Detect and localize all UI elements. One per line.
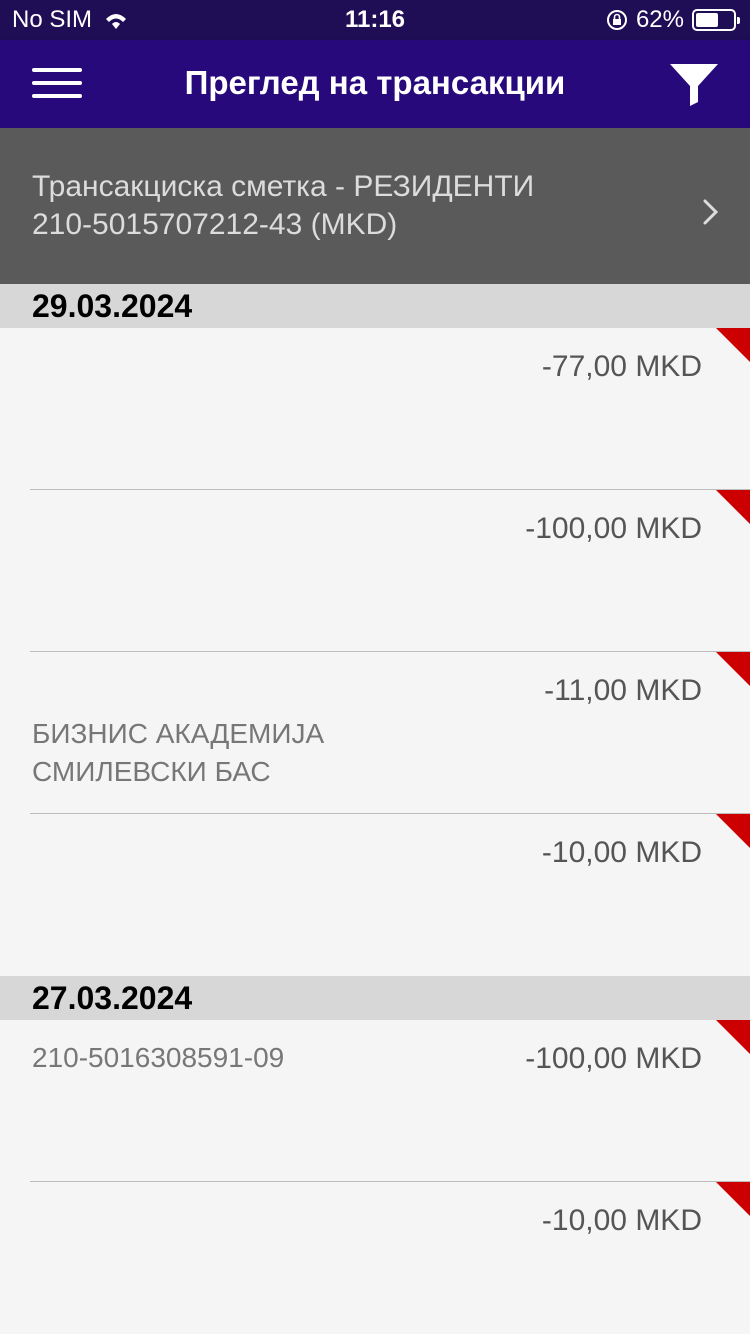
transaction-description: БИЗНИС АКАДЕМИЈА [32, 718, 325, 749]
navigation-bar: Преглед на трансакции [0, 40, 750, 128]
transaction-account: 210-5016308591-09 [32, 1042, 285, 1073]
rotation-lock-icon [606, 10, 627, 30]
battery-icon [692, 9, 740, 31]
transaction-row[interactable]: -77,00 MKD [0, 328, 750, 490]
transaction-row[interactable]: 210-5016308591-09 -100,00 MKD [0, 1020, 750, 1182]
chevron-right-icon [703, 199, 719, 225]
status-bar: No SIM 11:16 62% [0, 0, 750, 40]
battery-fill [696, 13, 719, 27]
unread-marker [716, 328, 750, 362]
transaction-amount: -77,00 MKD [541, 350, 702, 383]
unread-marker [716, 1182, 750, 1216]
status-right: 62% [606, 6, 740, 34]
transaction-description-2: СМИЛЕВСКИ БАС [32, 756, 271, 787]
transaction-amount: -11,00 MKD [544, 674, 702, 707]
filter-icon[interactable] [666, 60, 722, 108]
unread-marker [716, 652, 750, 686]
transaction-amount: -10,00 MKD [541, 836, 702, 869]
transaction-row[interactable]: -10,00 MKD [0, 1182, 750, 1334]
battery-percent: 62% [635, 6, 684, 33]
page-title: Преглед на трансакции [184, 64, 566, 101]
transaction-row[interactable]: -10,00 MKD [0, 814, 750, 976]
date-header: 27.03.2024 [0, 976, 750, 1020]
transaction-amount: -10,00 MKD [541, 1204, 702, 1237]
transaction-amount: -100,00 MKD [525, 1042, 702, 1075]
account-selector[interactable]: Трансакциска сметка - РЕЗИДЕНТИ 210-5015… [0, 128, 750, 284]
transaction-row[interactable]: -11,00 MKD БИЗНИС АКАДЕМИЈА СМИЛЕВСКИ БА… [0, 652, 750, 814]
unread-marker [716, 814, 750, 848]
account-number: 210-5015707212-43 (MKD) [32, 208, 398, 241]
unread-marker [716, 490, 750, 524]
unread-marker [716, 1020, 750, 1054]
account-name: Трансакциска сметка - РЕЗИДЕНТИ [32, 170, 535, 203]
transaction-row[interactable]: -100,00 MKD [0, 490, 750, 652]
transaction-amount: -100,00 MKD [525, 512, 702, 545]
date-header: 29.03.2024 [0, 284, 750, 328]
